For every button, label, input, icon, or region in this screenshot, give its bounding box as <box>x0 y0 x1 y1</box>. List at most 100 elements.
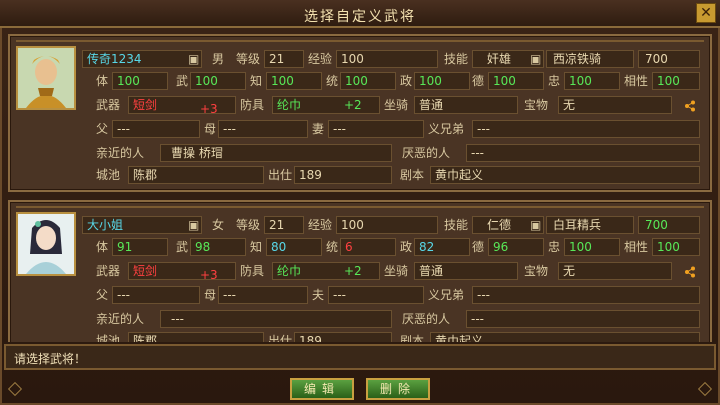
stat-label: 体 <box>96 74 109 88</box>
stat-label: 相性 <box>624 240 649 254</box>
mother-label: 母 <box>204 122 217 136</box>
edit-name-icon[interactable]: ▣ <box>188 50 199 68</box>
father-value[interactable]: --- <box>112 120 200 138</box>
edit-skill-icon[interactable]: ▣ <box>530 216 541 234</box>
city-label: 城池 <box>96 168 121 182</box>
armor-bonus: +2 <box>344 98 362 112</box>
armor-bonus: +2 <box>344 264 362 278</box>
weapon-label: 武器 <box>96 264 121 278</box>
troop-count: 700 <box>638 50 700 68</box>
armor-label: 防具 <box>240 264 265 278</box>
general-card[interactable]: 传奇1234 ▣ 男 等级 21 经验 100 技能 奸雄 ▣ 西凉铁骑 700… <box>8 34 712 192</box>
spouse-label: 夫 <box>312 288 325 302</box>
stat-value: 100 <box>414 72 470 90</box>
stat-label: 德 <box>472 74 485 88</box>
mount-value[interactable]: 普通 <box>414 262 518 280</box>
exp-label: 经验 <box>308 218 333 232</box>
skill-label: 技能 <box>444 218 469 232</box>
mother-value[interactable]: --- <box>218 120 308 138</box>
stat-label: 相性 <box>624 74 649 88</box>
mount-label: 坐骑 <box>384 98 409 112</box>
share-icon[interactable] <box>684 266 696 278</box>
father-label: 父 <box>96 288 109 302</box>
stat-value: 96 <box>488 238 544 256</box>
close-button[interactable]: ✕ <box>696 3 716 23</box>
sworn-label: 义兄弟 <box>428 122 465 136</box>
close-person-value[interactable]: 曹操 桥瑁 <box>160 144 392 162</box>
close-person-value[interactable]: --- <box>160 310 392 328</box>
stat-label: 德 <box>472 240 485 254</box>
weapon-label: 武器 <box>96 98 121 112</box>
stat-label: 忠 <box>548 240 561 254</box>
debut-label: 出仕 <box>268 334 293 342</box>
stat-label: 统 <box>326 240 339 254</box>
debut-value[interactable]: 189 <box>294 166 392 184</box>
sworn-label: 义兄弟 <box>428 288 465 302</box>
stat-value: 91 <box>112 238 168 256</box>
script-value[interactable]: 黄巾起义 <box>430 332 700 342</box>
city-value[interactable]: 陈郡 <box>128 166 264 184</box>
level-value: 21 <box>264 50 304 68</box>
general-card[interactable]: 大小姐 ▣ 女 等级 21 经验 100 技能 仁德 ▣ 白耳精兵 700 体 … <box>8 200 712 342</box>
mount-value[interactable]: 普通 <box>414 96 518 114</box>
stat-label: 统 <box>326 74 339 88</box>
dialog-title: 选择自定义武将 <box>304 9 416 25</box>
armor-value[interactable]: 纶巾 <box>272 262 380 280</box>
hate-person-label: 厌恶的人 <box>402 146 451 160</box>
stat-value: 100 <box>652 238 700 256</box>
mother-label: 母 <box>204 288 217 302</box>
treasure-value[interactable]: 无 <box>558 96 672 114</box>
troop-value[interactable]: 西凉铁骑 <box>546 50 634 68</box>
stat-label: 武 <box>176 74 189 88</box>
spouse-value[interactable]: --- <box>328 120 424 138</box>
stat-value: 82 <box>414 238 470 256</box>
city-label: 城池 <box>96 334 121 342</box>
spouse-value[interactable]: --- <box>328 286 424 304</box>
father-value[interactable]: --- <box>112 286 200 304</box>
general-portrait-female <box>16 212 76 276</box>
card-divider <box>16 40 704 42</box>
armor-value[interactable]: 纶巾 <box>272 96 380 114</box>
hate-person-label: 厌恶的人 <box>402 312 451 326</box>
stat-label: 政 <box>400 74 413 88</box>
stat-value: 80 <box>266 238 322 256</box>
armor-label: 防具 <box>240 98 265 112</box>
message-bar: 请选择武将！ <box>4 344 716 370</box>
general-name[interactable]: 传奇1234 <box>82 50 202 68</box>
debut-value[interactable]: 189 <box>294 332 392 342</box>
script-label: 剧本 <box>400 168 425 182</box>
title-bar: 选择自定义武将 ✕ <box>0 0 720 28</box>
card-divider <box>16 206 704 208</box>
spouse-label: 妻 <box>312 122 325 136</box>
hate-person-value[interactable]: --- <box>466 144 700 162</box>
stat-value: 100 <box>340 72 396 90</box>
gender-label: 男 <box>212 52 225 66</box>
stat-value: 100 <box>190 72 246 90</box>
weapon-value[interactable]: 短剑 <box>128 96 236 114</box>
script-value[interactable]: 黄巾起义 <box>430 166 700 184</box>
troop-value[interactable]: 白耳精兵 <box>546 216 634 234</box>
delete-button[interactable]: 删除 <box>366 378 430 400</box>
edit-name-icon[interactable]: ▣ <box>188 216 199 234</box>
general-list[interactable]: 传奇1234 ▣ 男 等级 21 经验 100 技能 奸雄 ▣ 西凉铁骑 700… <box>4 32 716 342</box>
city-value[interactable]: 陈郡 <box>128 332 264 342</box>
treasure-label: 宝物 <box>524 264 549 278</box>
sworn-value[interactable]: --- <box>472 286 700 304</box>
share-icon[interactable] <box>684 100 696 112</box>
stat-value: 100 <box>564 72 620 90</box>
stat-label: 体 <box>96 240 109 254</box>
exp-value: 100 <box>336 50 438 68</box>
edit-skill-icon[interactable]: ▣ <box>530 50 541 68</box>
sworn-value[interactable]: --- <box>472 120 700 138</box>
treasure-label: 宝物 <box>524 98 549 112</box>
edit-button[interactable]: 编辑 <box>290 378 354 400</box>
weapon-value[interactable]: 短剑 <box>128 262 236 280</box>
general-name[interactable]: 大小姐 <box>82 216 202 234</box>
exp-label: 经验 <box>308 52 333 66</box>
hate-person-value[interactable]: --- <box>466 310 700 328</box>
father-label: 父 <box>96 122 109 136</box>
script-label: 剧本 <box>400 334 425 342</box>
mother-value[interactable]: --- <box>218 286 308 304</box>
close-person-label: 亲近的人 <box>96 312 145 326</box>
treasure-value[interactable]: 无 <box>558 262 672 280</box>
